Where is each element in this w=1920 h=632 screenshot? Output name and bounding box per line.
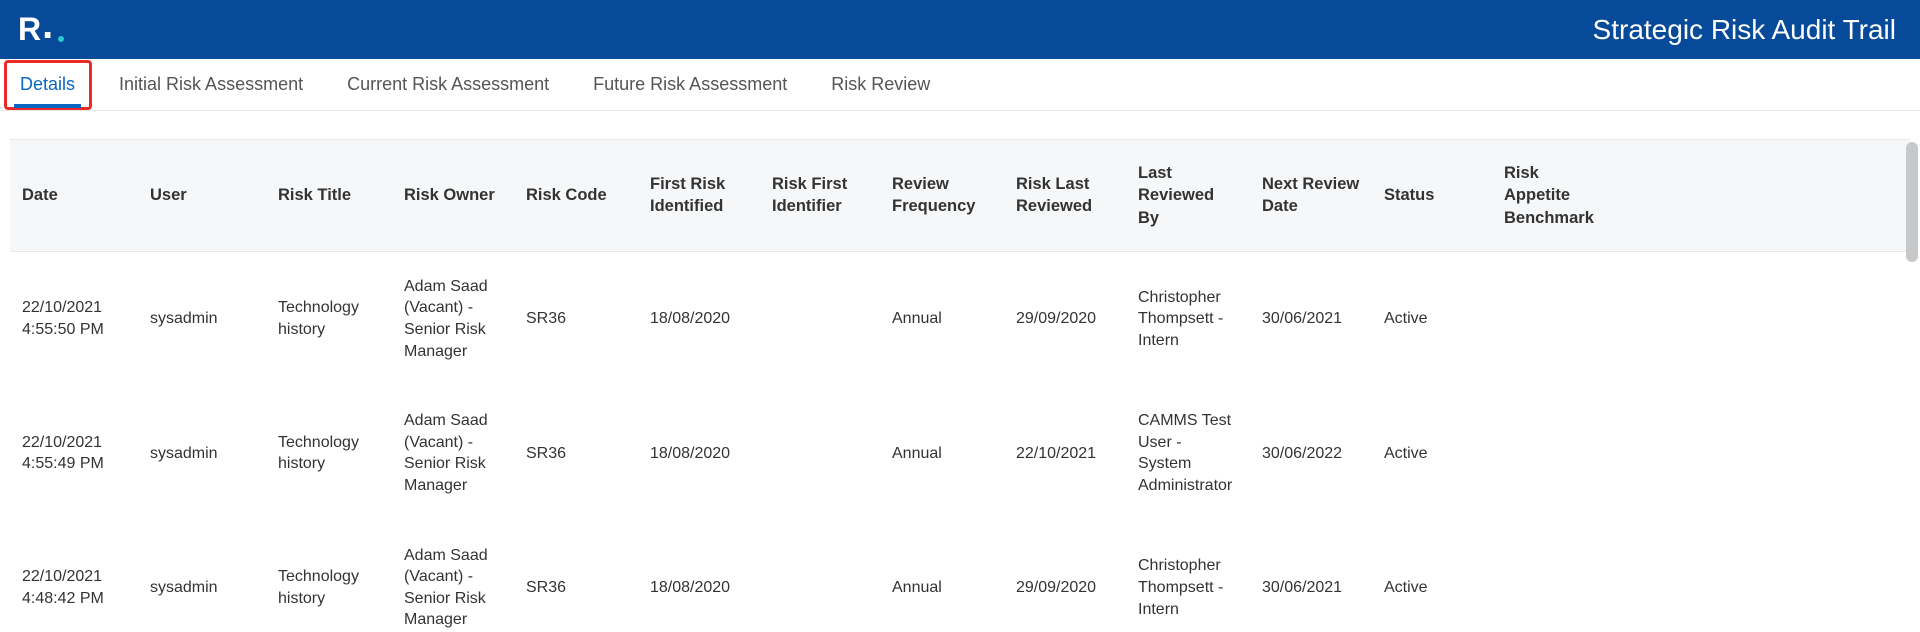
cell-user: sysadmin — [138, 553, 266, 623]
cell-status: Active — [1372, 284, 1492, 354]
logo-text: R — [18, 11, 42, 48]
cell-next-review-date: 30/06/2021 — [1250, 284, 1372, 354]
col-status[interactable]: Status — [1372, 162, 1492, 228]
cell-first-risk-identified: 18/08/2020 — [638, 553, 760, 623]
table-row: 22/10/2021 4:48:42 PM sysadmin Technolog… — [10, 521, 1910, 631]
tab-initial-risk-assessment[interactable]: Initial Risk Assessment — [117, 62, 305, 107]
cell-risk-code: SR36 — [514, 419, 638, 489]
col-risk-title[interactable]: Risk Title — [266, 162, 392, 228]
cell-risk-code: SR36 — [514, 284, 638, 354]
cell-risk-first-identifier — [760, 295, 880, 343]
cell-risk-appetite-benchmark — [1492, 564, 1612, 612]
cell-risk-owner: Adam Saad (Vacant) - Senior Risk Manager — [392, 252, 514, 386]
col-risk-first-identifier[interactable]: Risk First Identifier — [760, 151, 880, 240]
cell-risk-owner: Adam Saad (Vacant) - Senior Risk Manager — [392, 521, 514, 631]
app-logo: R. — [18, 11, 64, 48]
col-last-reviewed-by[interactable]: Last Reviewed By — [1126, 140, 1250, 251]
col-date[interactable]: Date — [10, 162, 138, 228]
col-risk-appetite-benchmark[interactable]: Risk Appetite Benchmark — [1492, 140, 1612, 251]
cell-risk-last-reviewed: 29/09/2020 — [1004, 553, 1126, 623]
col-risk-owner[interactable]: Risk Owner — [392, 162, 514, 228]
cell-risk-appetite-benchmark — [1492, 429, 1612, 477]
app-header: R. Strategic Risk Audit Trail — [0, 0, 1920, 59]
cell-last-reviewed-by: CAMMS Test User - System Administrator — [1126, 386, 1250, 520]
logo-dot-icon — [58, 36, 64, 42]
tab-future-risk-assessment[interactable]: Future Risk Assessment — [591, 62, 789, 107]
table-row: 22/10/2021 4:55:50 PM sysadmin Technolog… — [10, 252, 1910, 386]
tab-bar: Details Initial Risk Assessment Current … — [0, 59, 1920, 111]
cell-risk-owner: Adam Saad (Vacant) - Senior Risk Manager — [392, 386, 514, 520]
vertical-scrollbar[interactable] — [1906, 142, 1918, 632]
table-header-row: Date User Risk Title Risk Owner Risk Cod… — [10, 139, 1910, 252]
cell-risk-code: SR36 — [514, 553, 638, 623]
page-title: Strategic Risk Audit Trail — [1593, 14, 1896, 46]
cell-last-reviewed-by: Christopher Thompsett - Intern — [1126, 531, 1250, 631]
cell-first-risk-identified: 18/08/2020 — [638, 419, 760, 489]
cell-date: 22/10/2021 4:55:50 PM — [10, 273, 138, 364]
cell-first-risk-identified: 18/08/2020 — [638, 284, 760, 354]
cell-date: 22/10/2021 4:48:42 PM — [10, 542, 138, 631]
cell-risk-title: Technology history — [266, 408, 392, 499]
cell-risk-last-reviewed: 22/10/2021 — [1004, 419, 1126, 489]
tab-risk-review[interactable]: Risk Review — [829, 62, 932, 107]
cell-risk-title: Technology history — [266, 542, 392, 631]
col-next-review-date[interactable]: Next Review Date — [1250, 151, 1372, 240]
cell-last-reviewed-by: Christopher Thompsett - Intern — [1126, 263, 1250, 376]
table-row: 22/10/2021 4:55:49 PM sysadmin Technolog… — [10, 386, 1910, 520]
cell-review-frequency: Annual — [880, 553, 1004, 623]
cell-risk-last-reviewed: 29/09/2020 — [1004, 284, 1126, 354]
cell-status: Active — [1372, 419, 1492, 489]
cell-review-frequency: Annual — [880, 284, 1004, 354]
cell-next-review-date: 30/06/2022 — [1250, 419, 1372, 489]
tab-current-risk-assessment[interactable]: Current Risk Assessment — [345, 62, 551, 107]
col-first-risk-identified[interactable]: First Risk Identified — [638, 151, 760, 240]
scrollbar-thumb[interactable] — [1906, 142, 1918, 262]
cell-status: Active — [1372, 553, 1492, 623]
cell-risk-title: Technology history — [266, 273, 392, 364]
cell-next-review-date: 30/06/2021 — [1250, 553, 1372, 623]
col-review-frequency[interactable]: Review Frequency — [880, 151, 1004, 240]
cell-risk-appetite-benchmark — [1492, 295, 1612, 343]
audit-table-container: Date User Risk Title Risk Owner Risk Cod… — [10, 139, 1910, 631]
cell-date: 22/10/2021 4:55:49 PM — [10, 408, 138, 499]
col-risk-last-reviewed[interactable]: Risk Last Reviewed — [1004, 151, 1126, 240]
cell-risk-first-identifier — [760, 564, 880, 612]
cell-risk-first-identifier — [760, 429, 880, 477]
tab-details[interactable]: Details — [18, 62, 77, 107]
col-risk-code[interactable]: Risk Code — [514, 162, 638, 228]
cell-user: sysadmin — [138, 419, 266, 489]
col-user[interactable]: User — [138, 162, 266, 228]
cell-review-frequency: Annual — [880, 419, 1004, 489]
cell-user: sysadmin — [138, 284, 266, 354]
